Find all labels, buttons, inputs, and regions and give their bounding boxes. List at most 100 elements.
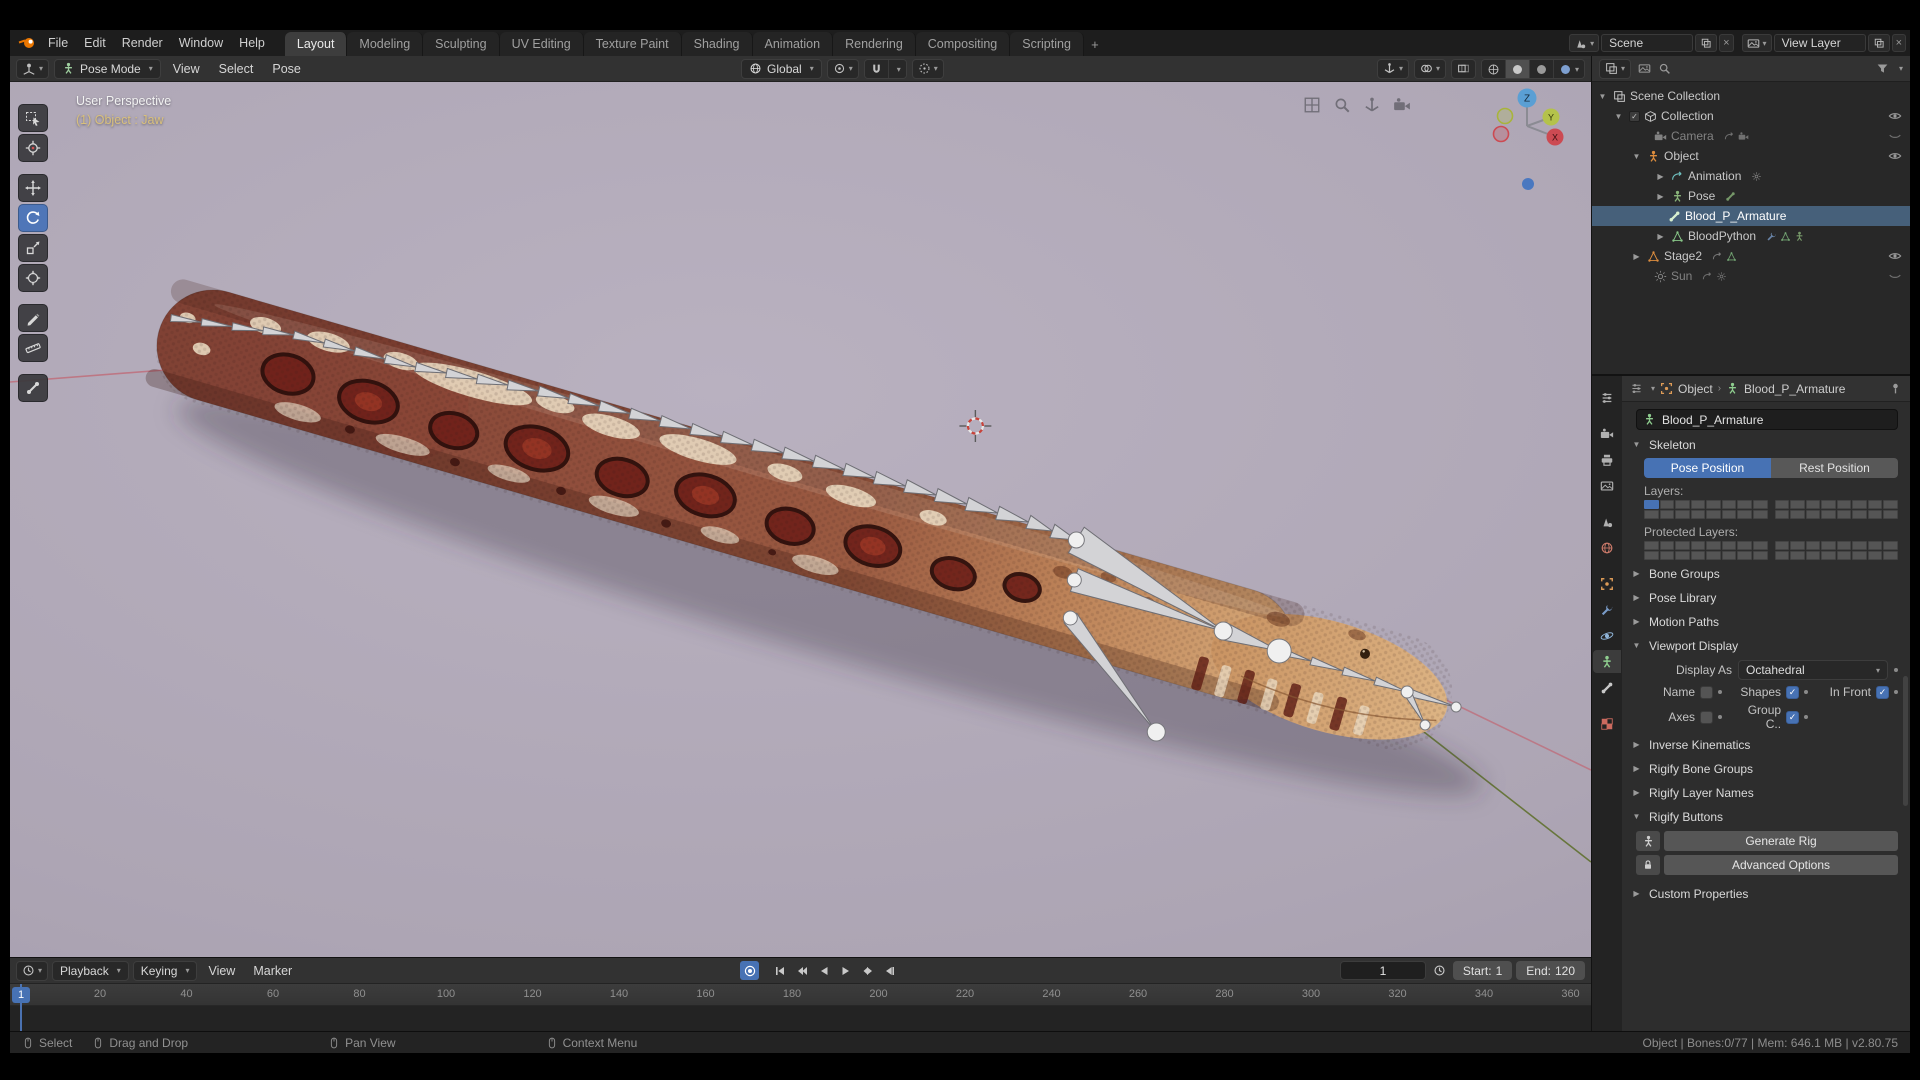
armature-layer-toggle[interactable] <box>1706 500 1721 509</box>
animate-dot[interactable] <box>1718 715 1723 719</box>
armature-layer-toggle[interactable] <box>1659 500 1675 509</box>
filter-dropdown-arrow[interactable]: ▾ <box>1899 64 1903 73</box>
annotate-tool[interactable] <box>18 304 48 332</box>
section-custom-properties[interactable]: ▶ Custom Properties <box>1630 883 1900 904</box>
pan-icon[interactable] <box>1363 96 1381 114</box>
bone-joint-sphere[interactable] <box>1067 531 1085 549</box>
armature-layer-toggle[interactable] <box>1883 510 1898 519</box>
timeline-marker-menu[interactable]: Marker <box>246 964 299 978</box>
armature-layer-toggle[interactable] <box>1721 551 1737 560</box>
name-checkbox[interactable] <box>1700 685 1714 699</box>
transform-orientation-dropdown[interactable]: Global ▾ <box>741 58 822 79</box>
previous-keyframe-button[interactable] <box>792 961 811 980</box>
armature-layer-toggle[interactable] <box>1805 541 1821 550</box>
pose-breakdowner-tool[interactable] <box>18 374 48 402</box>
tab-shading[interactable]: Shading <box>681 32 753 56</box>
tab-scripting[interactable]: Scripting <box>1010 32 1084 56</box>
armature-layer-toggle[interactable] <box>1721 500 1737 509</box>
outliner-row-bloodpython[interactable]: ▶ BloodPython <box>1592 226 1910 246</box>
armature-bone[interactable] <box>628 407 661 422</box>
display-as-dropdown[interactable]: Octahedral ▾ <box>1738 660 1888 680</box>
armature-layer-toggle[interactable] <box>1737 551 1752 560</box>
jump-to-end-button[interactable] <box>880 961 899 980</box>
armature-layer-toggle[interactable] <box>1675 541 1690 550</box>
armature-layer-toggle[interactable] <box>1805 551 1821 560</box>
properties-editor-icon[interactable] <box>1630 382 1643 395</box>
eye-icon[interactable] <box>1888 149 1902 163</box>
tab-sculpting[interactable]: Sculpting <box>423 32 500 56</box>
pose-menu[interactable]: Pose <box>265 62 308 76</box>
xray-toggle[interactable] <box>1450 58 1476 79</box>
armature-bone[interactable] <box>750 438 784 454</box>
animate-dot[interactable] <box>1804 690 1809 694</box>
expand-arrow[interactable]: ▶ <box>1630 252 1643 261</box>
shapes-checkbox[interactable] <box>1786 685 1800 699</box>
armature-bone[interactable] <box>658 414 692 430</box>
in-front-checkbox[interactable] <box>1876 685 1889 699</box>
show-gizmo-dropdown[interactable]: ▾ <box>1376 58 1409 79</box>
armature-layer-toggle[interactable] <box>1659 510 1675 519</box>
outliner-row-stage2[interactable]: ▶ Stage2 <box>1592 246 1910 266</box>
section-rigify-buttons[interactable]: ▼ Rigify Buttons <box>1630 806 1900 827</box>
viewport-canvas[interactable]: User Perspective (1) Object : Jaw Z Y X <box>10 82 1591 957</box>
armature-layer-toggle[interactable] <box>1867 551 1883 560</box>
outliner-editor-type-button[interactable]: ▾ <box>1599 58 1632 79</box>
current-frame-field[interactable]: 1 <box>1339 961 1426 980</box>
show-overlays-dropdown[interactable]: ▾ <box>1413 58 1446 79</box>
group-colors-checkbox[interactable] <box>1786 710 1800 724</box>
armature-layer-toggle[interactable] <box>1867 510 1883 519</box>
armature-layer-toggle[interactable] <box>1821 541 1836 550</box>
armature-layer-toggle[interactable] <box>1706 541 1721 550</box>
armature-bone[interactable] <box>872 470 906 487</box>
armature-layer-toggle[interactable] <box>1675 500 1690 509</box>
armature-name-field[interactable]: Blood_P_Armature <box>1636 409 1898 430</box>
expand-arrow[interactable]: ▼ <box>1596 92 1609 101</box>
armature-layer-toggle[interactable] <box>1790 541 1805 550</box>
transform-tool[interactable] <box>18 264 48 292</box>
armature-layer-toggle[interactable] <box>1690 541 1706 550</box>
menu-window[interactable]: Window <box>171 30 231 56</box>
play-reverse-button[interactable] <box>814 961 833 980</box>
expand-arrow[interactable]: ▶ <box>1654 172 1667 181</box>
advanced-options-button[interactable]: Advanced Options <box>1664 855 1898 875</box>
armature-bone[interactable] <box>933 487 968 505</box>
rotate-tool[interactable] <box>18 204 48 232</box>
generate-rig-button[interactable]: Generate Rig <box>1664 831 1898 851</box>
armature-layer-toggle[interactable] <box>1721 510 1737 519</box>
armature-layer-toggle[interactable] <box>1836 510 1852 519</box>
tab-active-tool[interactable] <box>1593 386 1621 409</box>
view-layer-name-field[interactable]: View Layer <box>1773 34 1866 52</box>
armature-layer-toggle[interactable] <box>1867 541 1883 550</box>
search-icon[interactable] <box>1658 62 1671 75</box>
armature-layer-toggle[interactable] <box>1790 551 1805 560</box>
eye-icon[interactable] <box>1888 109 1902 123</box>
playhead-badge[interactable]: 1 <box>12 987 31 1003</box>
armature-layer-toggle[interactable] <box>1774 500 1790 509</box>
pin-icon[interactable] <box>1889 382 1902 395</box>
animate-dot[interactable] <box>1894 690 1898 694</box>
scene-name-field[interactable]: Scene <box>1601 34 1694 52</box>
auto-keyframe-button[interactable] <box>740 961 760 980</box>
armature-layer-toggle[interactable] <box>1659 551 1675 560</box>
tab-output[interactable] <box>1593 448 1621 471</box>
armature-layer-toggle[interactable] <box>1883 500 1898 509</box>
armature-layer-toggle[interactable] <box>1706 510 1721 519</box>
armature-layer-toggle[interactable] <box>1883 551 1898 560</box>
new-scene-button[interactable] <box>1695 34 1718 52</box>
armature-layer-toggle[interactable] <box>1883 541 1898 550</box>
outliner-row-blood-p-armature[interactable]: Blood_P_Armature <box>1592 206 1910 226</box>
armature-layer-toggle[interactable] <box>1690 500 1706 509</box>
armature-layer-toggle[interactable] <box>1774 541 1790 550</box>
armature-layer-toggle[interactable] <box>1852 500 1867 509</box>
properties-scrollbar[interactable] <box>1903 676 1908 806</box>
outliner-row-animation[interactable]: ▶ Animation <box>1592 166 1910 186</box>
tab-rendering[interactable]: Rendering <box>833 32 916 56</box>
armature-layer-toggle[interactable] <box>1867 500 1883 509</box>
menu-file[interactable]: File <box>40 30 76 56</box>
scale-tool[interactable] <box>18 234 48 262</box>
blender-logo-icon[interactable] <box>14 30 40 56</box>
armature-layer-toggle[interactable] <box>1774 510 1790 519</box>
timeline-ruler[interactable]: 20 40 60 80 100 120 140 160 180 200 220 240 260 280 30… <box>10 984 1591 1006</box>
expand-arrow[interactable]: ▼ <box>1630 152 1643 161</box>
outliner-row-sun[interactable]: Sun <box>1592 266 1910 286</box>
